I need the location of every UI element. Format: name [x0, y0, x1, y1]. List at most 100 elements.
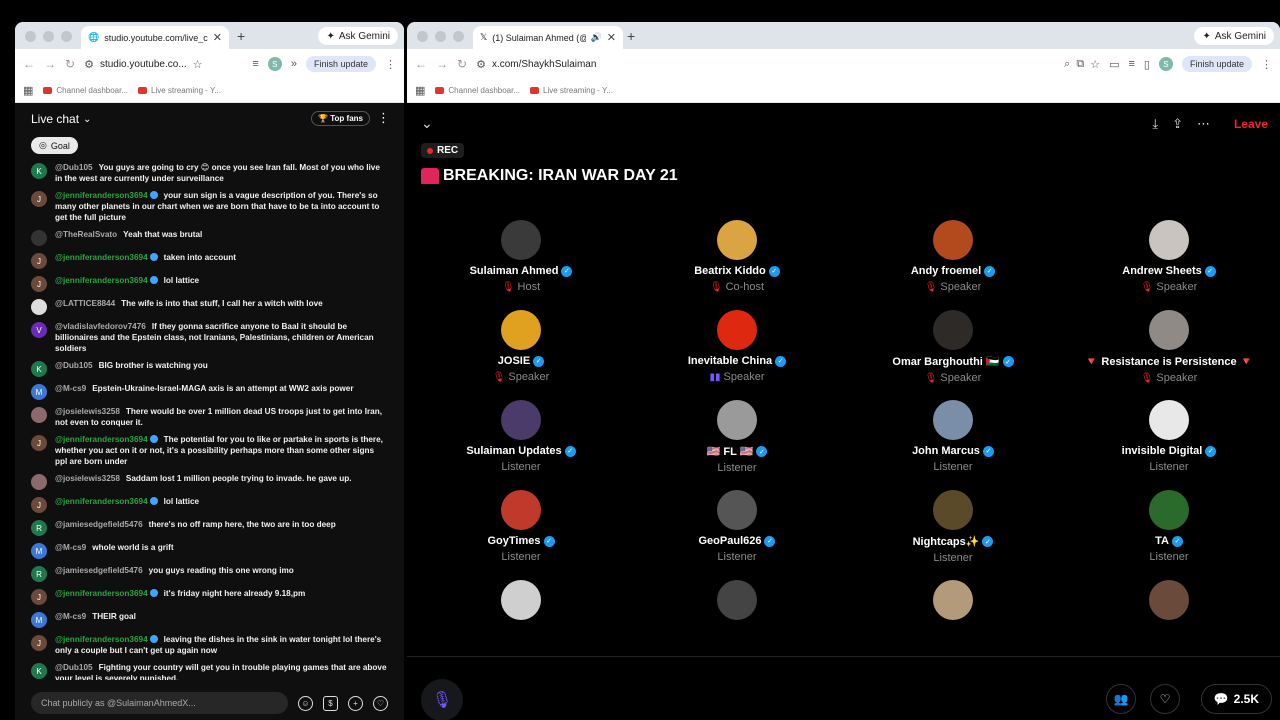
sidebar-icon[interactable]: ▯ — [1144, 58, 1150, 71]
avatar[interactable]: J — [31, 589, 47, 605]
apps-grid-icon[interactable]: ▦ — [415, 84, 425, 97]
zoom-icon[interactable]: ⌕ — [1064, 58, 1070, 71]
message-author[interactable]: @jenniferanderson3694 — [55, 191, 158, 200]
participant-avatar[interactable] — [501, 220, 541, 260]
participant-avatar[interactable] — [933, 400, 973, 440]
avatar[interactable]: J — [31, 497, 47, 513]
participant-avatar[interactable] — [1149, 220, 1189, 260]
chat-message[interactable]: J @jenniferanderson3694 lol lattice — [15, 273, 404, 296]
participant-avatar[interactable] — [1149, 400, 1189, 440]
participant-avatar[interactable] — [1149, 490, 1189, 530]
chat-message[interactable]: K @Dub105 You guys are going to cry 😊 once… — [15, 160, 404, 188]
menu-kebab-icon[interactable]: ⋮ — [1261, 58, 1272, 71]
avatar[interactable] — [31, 230, 47, 246]
chat-message[interactable]: R @jamiesedgefield5476 you guys reading th… — [15, 563, 404, 586]
participant[interactable]: invisible Digital ✓ Listener — [1061, 400, 1277, 490]
participant-avatar[interactable] — [717, 490, 757, 530]
participant[interactable]: 🔻 Resistance is Persistence 🔻 🎙 Speaker — [1061, 310, 1277, 400]
minimize-window-button[interactable] — [435, 31, 446, 42]
avatar[interactable] — [31, 299, 47, 315]
comments-button[interactable]: 💬 2.5K — [1200, 684, 1272, 714]
message-author[interactable]: @M-cs9 — [55, 612, 86, 621]
microphone-button[interactable]: 🎙 — [421, 679, 463, 720]
message-author[interactable]: @jenniferanderson3694 — [55, 589, 158, 598]
reload-icon[interactable]: ↻ — [457, 57, 467, 71]
chat-message[interactable]: R @jamiesedgefield5476 there's no off ramp… — [15, 517, 404, 540]
maximize-window-button[interactable] — [61, 31, 72, 42]
participant[interactable]: Beatrix Kiddo ✓ 🎙 Co-host — [629, 220, 845, 310]
chat-message[interactable]: J @jenniferanderson3694 it's friday night … — [15, 586, 404, 609]
avatar[interactable]: R — [31, 520, 47, 536]
chat-menu-icon[interactable]: ⋮ — [377, 110, 390, 126]
participant[interactable]: GoyTimes ✓ Listener — [413, 490, 629, 580]
avatar[interactable]: R — [31, 566, 47, 582]
new-tab-button[interactable]: + — [627, 28, 635, 44]
avatar[interactable]: K — [31, 163, 47, 179]
bookmark-live-streaming[interactable]: Live streaming - Y... — [530, 86, 613, 95]
address-bar[interactable]: ⚙ x.com/ShaykhSulaiman ⌕ ⧉ ☆ — [476, 58, 1100, 71]
back-icon[interactable]: ← — [415, 57, 427, 71]
profile-avatar[interactable]: S — [267, 57, 282, 71]
minimize-space-icon[interactable]: ⤓ — [1152, 116, 1158, 132]
close-window-button[interactable] — [417, 31, 428, 42]
chat-message[interactable]: V @vladislavfedorov7476 If they gonna sacr… — [15, 319, 404, 358]
emoji-icon[interactable]: ☺ — [298, 695, 313, 711]
tab-x-profile[interactable]: 𝕏 (1) Sulaiman Ahmed (@Sh 🔊 ✕ — [473, 26, 623, 49]
participant[interactable]: Andrew Sheets ✓ 🎙 Speaker — [1061, 220, 1277, 310]
participant[interactable]: JOSIE ✓ 🎙 Speaker — [413, 310, 629, 400]
minimize-window-button[interactable] — [43, 31, 54, 42]
maximize-window-button[interactable] — [453, 31, 464, 42]
site-info-icon[interactable]: ⚙ — [84, 58, 94, 71]
message-author[interactable]: @M-cs9 — [55, 384, 86, 393]
more-icon[interactable]: ⋯ — [1197, 116, 1210, 132]
message-author[interactable]: @jenniferanderson3694 — [55, 635, 158, 644]
bookmark-channel-dashboard[interactable]: Channel dashboar... — [435, 86, 520, 95]
message-author[interactable]: @M-cs9 — [55, 543, 86, 552]
message-author[interactable]: @jamiesedgefield5476 — [55, 520, 143, 529]
avatar[interactable]: J — [31, 191, 47, 207]
share-icon[interactable]: ⇪ — [1172, 116, 1183, 132]
participant-avatar[interactable] — [501, 400, 541, 440]
avatar[interactable]: M — [31, 384, 47, 400]
close-window-button[interactable] — [25, 31, 36, 42]
avatar[interactable]: J — [31, 276, 47, 292]
speaker-icon[interactable]: 🔊 — [591, 32, 602, 43]
reactions-icon[interactable]: ♡ — [1150, 684, 1180, 714]
chat-message[interactable]: M @M-cs9 THEIR goal — [15, 609, 404, 632]
top-fans-button[interactable]: 🏆 Top fans — [311, 111, 370, 126]
chat-message[interactable]: J @jenniferanderson3694 taken into account — [15, 250, 404, 273]
participant-avatar[interactable] — [501, 310, 541, 350]
install-app-icon[interactable]: ⧉ — [1076, 58, 1084, 71]
message-author[interactable]: @jenniferanderson3694 — [55, 497, 158, 506]
avatar[interactable]: M — [31, 543, 47, 559]
chat-message[interactable]: J @jenniferanderson3694 leaving the dishes… — [15, 632, 404, 660]
leave-button[interactable]: Leave — [1234, 117, 1268, 131]
avatar[interactable]: K — [31, 663, 47, 679]
ask-gemini-button[interactable]: ✦ Ask Gemini — [1194, 27, 1274, 45]
participant-avatar[interactable] — [1149, 310, 1189, 350]
goal-chip[interactable]: ◎ Goal — [31, 137, 78, 154]
message-author[interactable]: @TheRealSvato — [55, 230, 117, 239]
participant[interactable]: Nightcaps✨ ✓ Listener — [845, 490, 1061, 580]
tab-search-icon[interactable]: ≡ — [1128, 58, 1134, 70]
chat-input[interactable]: Chat publicly as @SulaimanAhmedX... — [31, 692, 288, 714]
participant[interactable]: TA ✓ Listener — [1061, 490, 1277, 580]
participant[interactable]: Sulaiman Ahmed ✓ 🎙 Host — [413, 220, 629, 310]
message-author[interactable]: @jamiesedgefield5476 — [55, 566, 143, 575]
message-author[interactable]: @josielewis3258 — [55, 474, 120, 483]
bookmark-channel-dashboard[interactable]: Channel dashboar... — [43, 86, 128, 95]
participant[interactable]: John Marcus ✓ Listener — [845, 400, 1061, 490]
participant-avatar[interactable] — [717, 580, 757, 620]
close-tab-icon[interactable]: ✕ — [607, 31, 616, 44]
participant-avatar[interactable] — [717, 220, 757, 260]
close-tab-icon[interactable]: ✕ — [213, 31, 222, 44]
chat-message[interactable]: @josielewis3258 There would be over 1 mil… — [15, 404, 404, 432]
chat-message[interactable]: J @jenniferanderson3694 your sun sign is a… — [15, 188, 404, 227]
ask-gemini-button[interactable]: ✦ Ask Gemini — [318, 27, 398, 45]
chat-message[interactable]: @josielewis3258 Saddam lost 1 million peo… — [15, 471, 404, 494]
message-author[interactable]: @vladislavfedorov7476 — [55, 322, 146, 331]
chat-message[interactable]: M @M-cs9 Epstein-Ukraine-Israel-MAGA axis … — [15, 381, 404, 404]
participant[interactable]: Andy froemel ✓ 🎙 Speaker — [845, 220, 1061, 310]
chat-message[interactable]: J @jenniferanderson3694 lol lattice — [15, 494, 404, 517]
chat-messages[interactable]: K @Dub105 You guys are going to cry 😊 once… — [15, 160, 404, 680]
